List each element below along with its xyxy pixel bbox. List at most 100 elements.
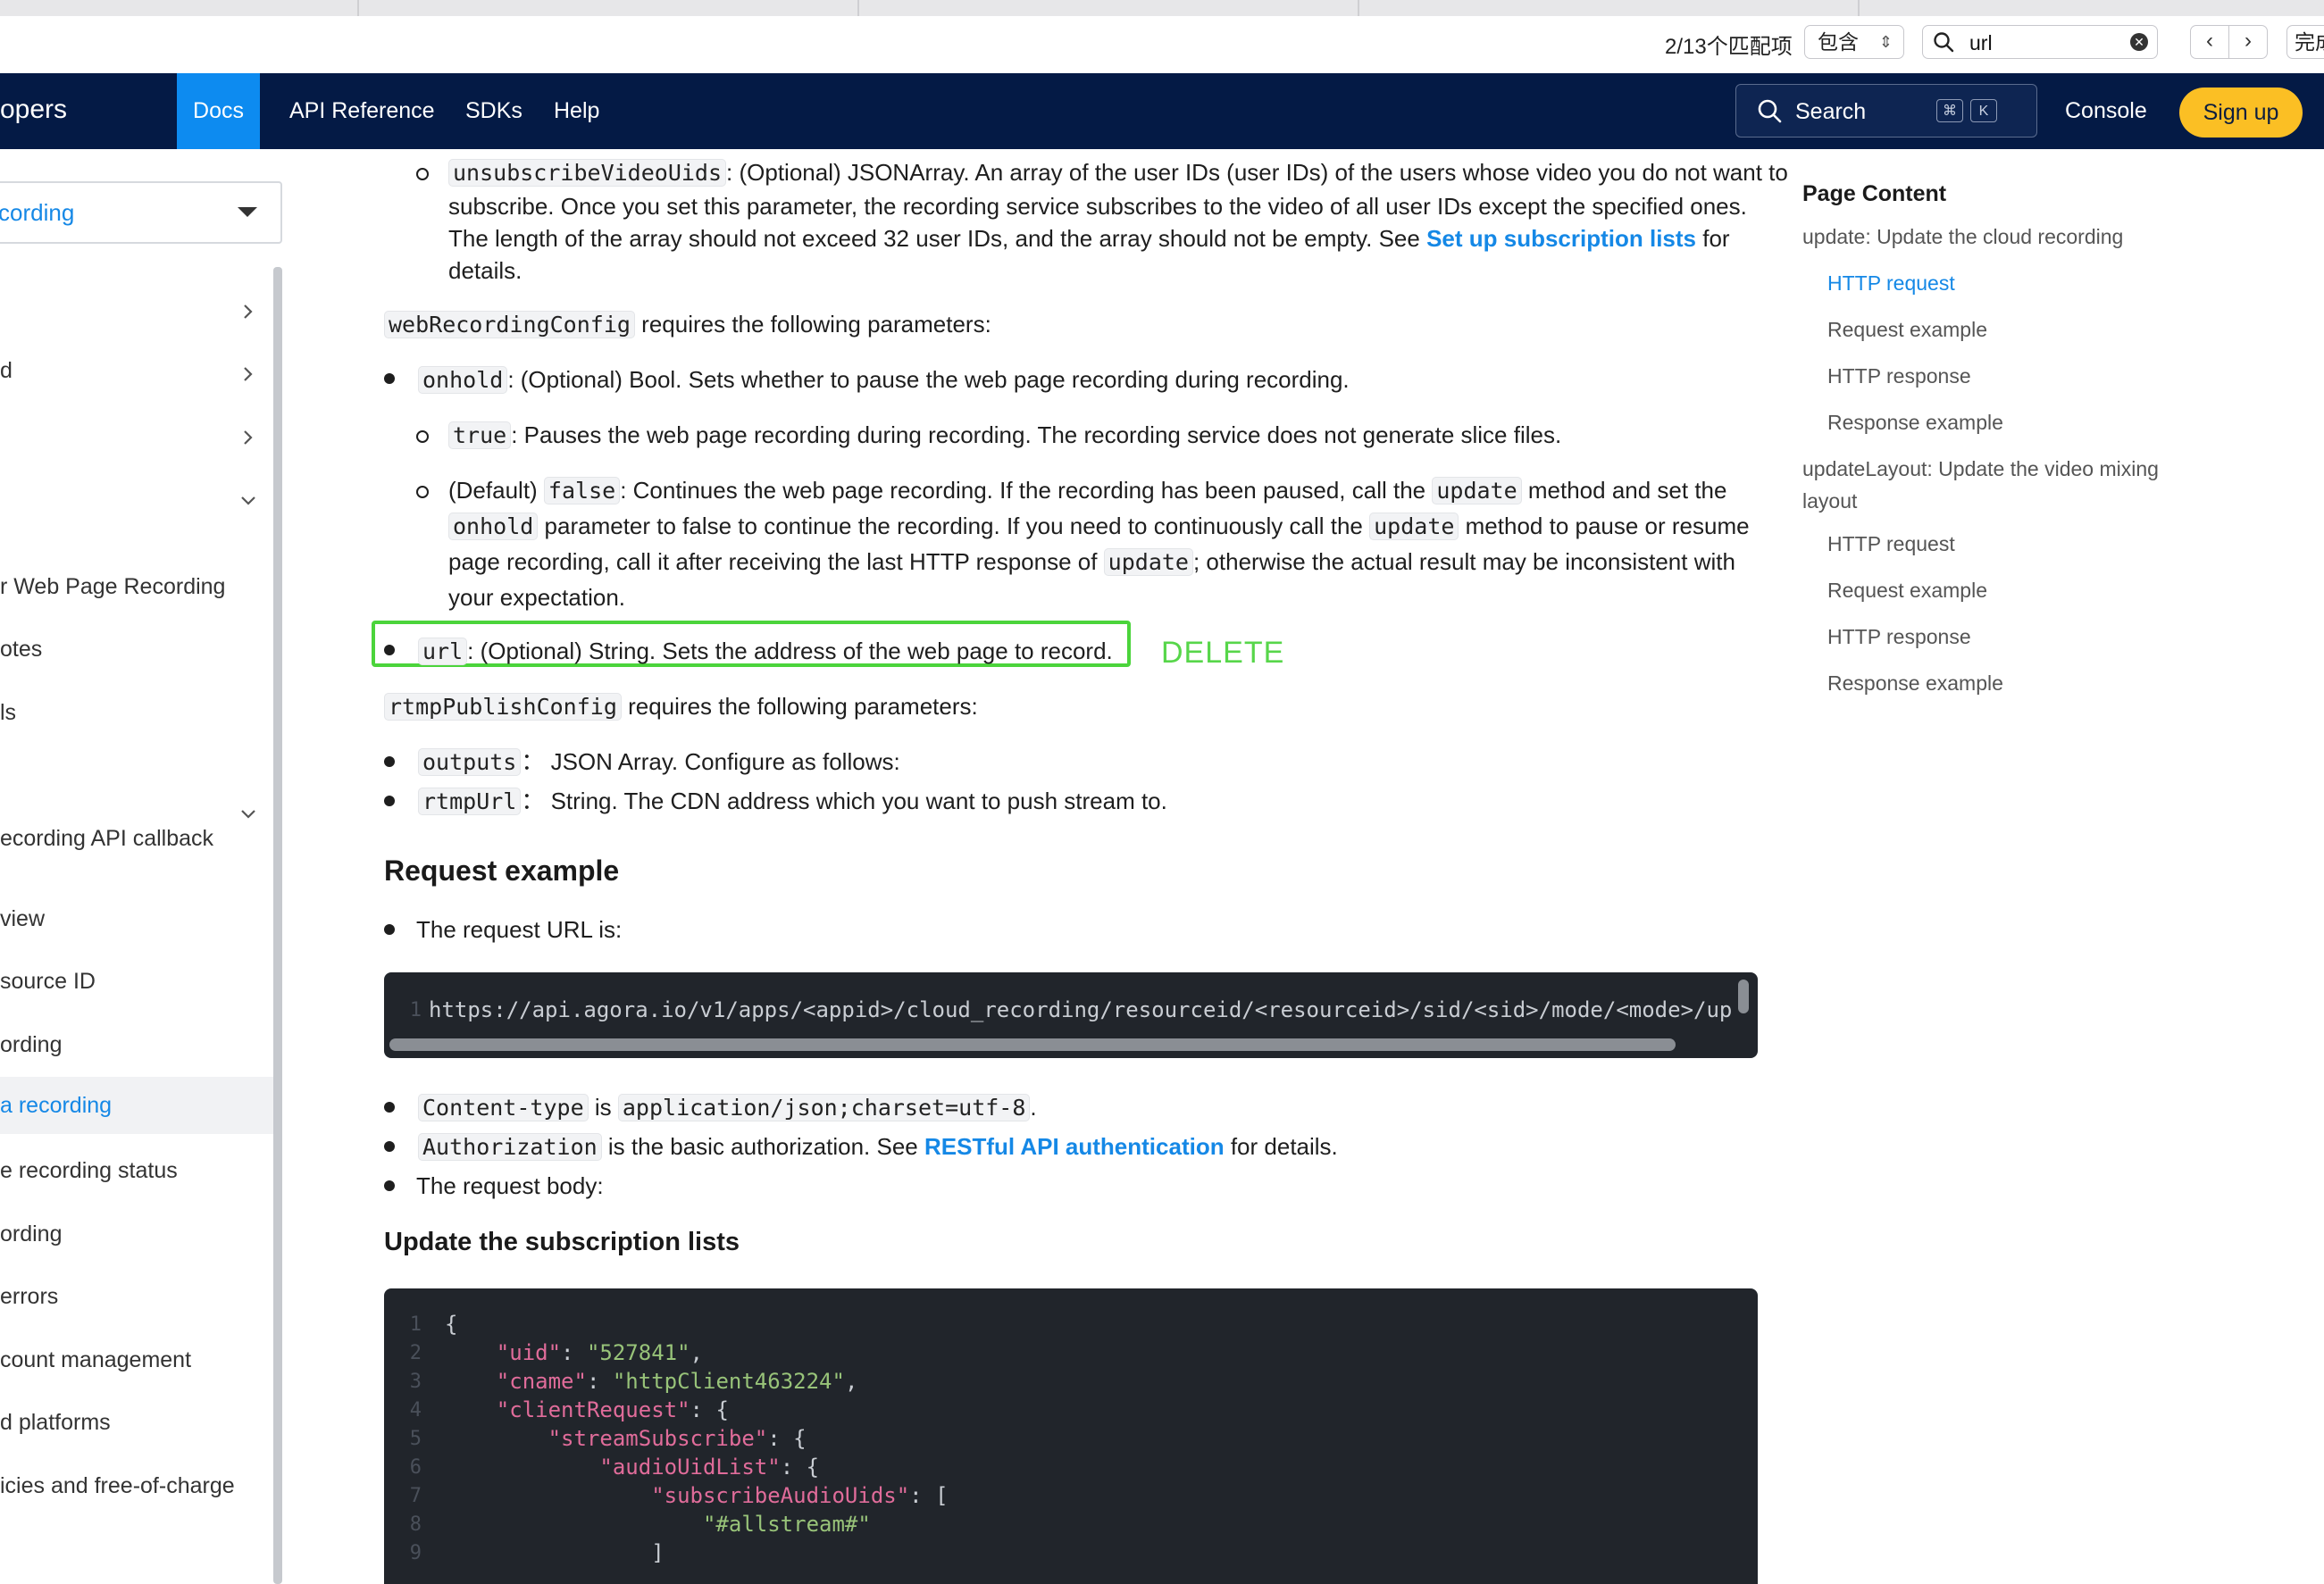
clear-icon[interactable]: ✕	[2130, 33, 2148, 51]
code-token: :	[767, 1426, 794, 1451]
code-token: "subscribeAudioUids"	[651, 1483, 910, 1508]
toc-item[interactable]: HTTP response	[1827, 619, 1971, 654]
code-token: "uid"	[496, 1340, 562, 1365]
sidebar-item[interactable]: ls	[0, 700, 273, 732]
toc-item[interactable]: Response example	[1827, 404, 2003, 440]
unsub-line3: The length of the array should not excee…	[448, 221, 1730, 256]
inline-code: update	[1432, 477, 1522, 504]
sidebar-item[interactable]: icies and free-of-charge	[0, 1473, 273, 1505]
line-number: 1	[409, 999, 422, 1021]
sidebar-item[interactable]: ording	[0, 1221, 273, 1254]
toc-item[interactable]: HTTP request	[1827, 526, 1955, 562]
horizontal-scrollbar[interactable]	[389, 1038, 1676, 1051]
setup-subscription-lists-link[interactable]: Set up subscription lists	[1426, 225, 1696, 252]
find-previous-button[interactable]: ‹	[2190, 25, 2229, 59]
request-example-heading: Request example	[384, 855, 620, 887]
list-circle	[416, 430, 429, 443]
signup-button[interactable]: Sign up	[2179, 88, 2303, 138]
nav-search-button[interactable]: Search ⌘ K	[1735, 84, 2037, 138]
line-number: 7	[409, 1485, 422, 1507]
sidebar-item[interactable]: e recording status	[0, 1158, 273, 1190]
text: requires the following parameters:	[634, 311, 991, 338]
tab-separator	[857, 0, 859, 16]
sidebar-item[interactable]: source ID	[0, 969, 273, 1001]
inline-code: update	[1103, 548, 1193, 576]
sidebar-item[interactable]: view	[0, 906, 273, 938]
sidebar-item[interactable]: otes	[0, 637, 273, 669]
toc-item[interactable]: HTTP response	[1827, 358, 1971, 394]
sidebar-item[interactable]	[0, 296, 273, 328]
onhold-item: onhold: (Optional) Bool. Sets whether to…	[418, 362, 1350, 398]
find-input-wrapper[interactable]: ✕	[1922, 25, 2158, 59]
sidebar-scrollbar[interactable]	[273, 267, 282, 1584]
find-next-button[interactable]: ›	[2228, 25, 2268, 59]
sidebar-item-label: otes	[0, 637, 43, 662]
text: : Pauses the web page recording during r…	[511, 421, 1562, 448]
toc-item[interactable]: Response example	[1827, 665, 2003, 701]
sidebar-item[interactable]: ording	[0, 1032, 273, 1064]
nav-api-reference[interactable]: API Reference	[289, 73, 435, 149]
nav-console[interactable]: Console	[2065, 73, 2147, 149]
outputs-item: outputs： JSON Array. Configure as follow…	[418, 744, 900, 780]
sidebar-item[interactable]: d	[0, 358, 273, 390]
toc-title: Page Content	[1802, 181, 1947, 206]
sidebar-item[interactable]	[0, 421, 273, 454]
sidebar-item[interactable]: d platforms	[0, 1410, 273, 1442]
updown-icon: ⇕	[1878, 33, 1893, 51]
site-brand[interactable]: opers	[0, 95, 67, 125]
site-nav: opers Docs API Reference SDKs Help Searc…	[0, 73, 2324, 149]
product-select[interactable]: cording	[0, 181, 282, 244]
text: parameter to false to continue the recor…	[538, 513, 1370, 539]
toc-item[interactable]: Request example	[1827, 572, 1987, 608]
inline-code: rtmpPublishConfig	[384, 693, 622, 721]
sidebar-item[interactable]: ecording API callback	[0, 826, 273, 858]
sidebar-item[interactable]	[0, 485, 273, 517]
text: ; otherwise the actual result may be inc…	[1192, 548, 1735, 575]
search-icon	[1758, 99, 1782, 123]
sidebar-item-label: ording	[0, 1032, 63, 1057]
restful-auth-link[interactable]: RESTful API authentication	[924, 1133, 1225, 1160]
nav-help[interactable]: Help	[554, 73, 599, 149]
sidebar-item-label: ording	[0, 1221, 63, 1246]
sidebar-item[interactable]: errors	[0, 1284, 273, 1316]
sidebar-item[interactable]: a recording	[0, 1077, 273, 1134]
text: page recording, call it after receiving …	[448, 548, 1104, 575]
nav-docs[interactable]: Docs	[177, 73, 260, 149]
rtmpurl-item: rtmpUrl： String. The CDN address which y…	[418, 783, 1167, 820]
find-done-button[interactable]: 完成	[2286, 25, 2324, 59]
code-token: "httpClient463224"	[612, 1369, 845, 1394]
find-mode-select[interactable]: 包含 ⇕	[1804, 25, 1904, 59]
inline-code: webRecordingConfig	[384, 311, 635, 338]
nav-sdks[interactable]: SDKs	[465, 73, 522, 149]
line-number: 4	[409, 1399, 422, 1421]
code-token: ,	[844, 1369, 858, 1394]
sidebar-item-label: view	[0, 906, 46, 931]
text: method to pause or resume	[1459, 513, 1750, 539]
rtmp-intro: rtmpPublishConfig requires the following…	[384, 688, 978, 725]
toc-item[interactable]: Request example	[1827, 312, 1987, 347]
nav-search-label: Search	[1795, 99, 1867, 124]
toc-item[interactable]: HTTP request	[1827, 265, 1955, 301]
code-token: :	[909, 1483, 936, 1508]
search-icon	[1934, 32, 1954, 53]
line-number: 3	[409, 1371, 422, 1393]
false-item-line4: your expectation.	[448, 584, 626, 611]
toc-item[interactable]: updateLayout: Update the video mixing	[1802, 451, 2159, 487]
toc-item[interactable]: update: Update the cloud recording	[1802, 219, 2123, 254]
delete-annotation: DELETE	[1161, 636, 1285, 670]
list-bullet	[384, 756, 395, 767]
sidebar-item[interactable]: count management	[0, 1347, 273, 1380]
vertical-scrollbar[interactable]	[1738, 980, 1749, 1013]
sidebar-item[interactable]: r Web Page Recording	[0, 574, 273, 606]
chevron-left-icon: ‹	[2206, 29, 2213, 53]
false-item-line3: page recording, call it after receiving …	[448, 544, 1735, 580]
sidebar-item-label: r Web Page Recording	[0, 574, 226, 599]
false-item-line2: onhold parameter to false to continue th…	[448, 508, 1750, 545]
find-input[interactable]	[1968, 29, 2123, 56]
unsub-line4: details.	[448, 257, 522, 284]
request-body-codebox: 1 {2 "uid": "527841", 3 "cname": "httpClie…	[384, 1288, 1758, 1584]
